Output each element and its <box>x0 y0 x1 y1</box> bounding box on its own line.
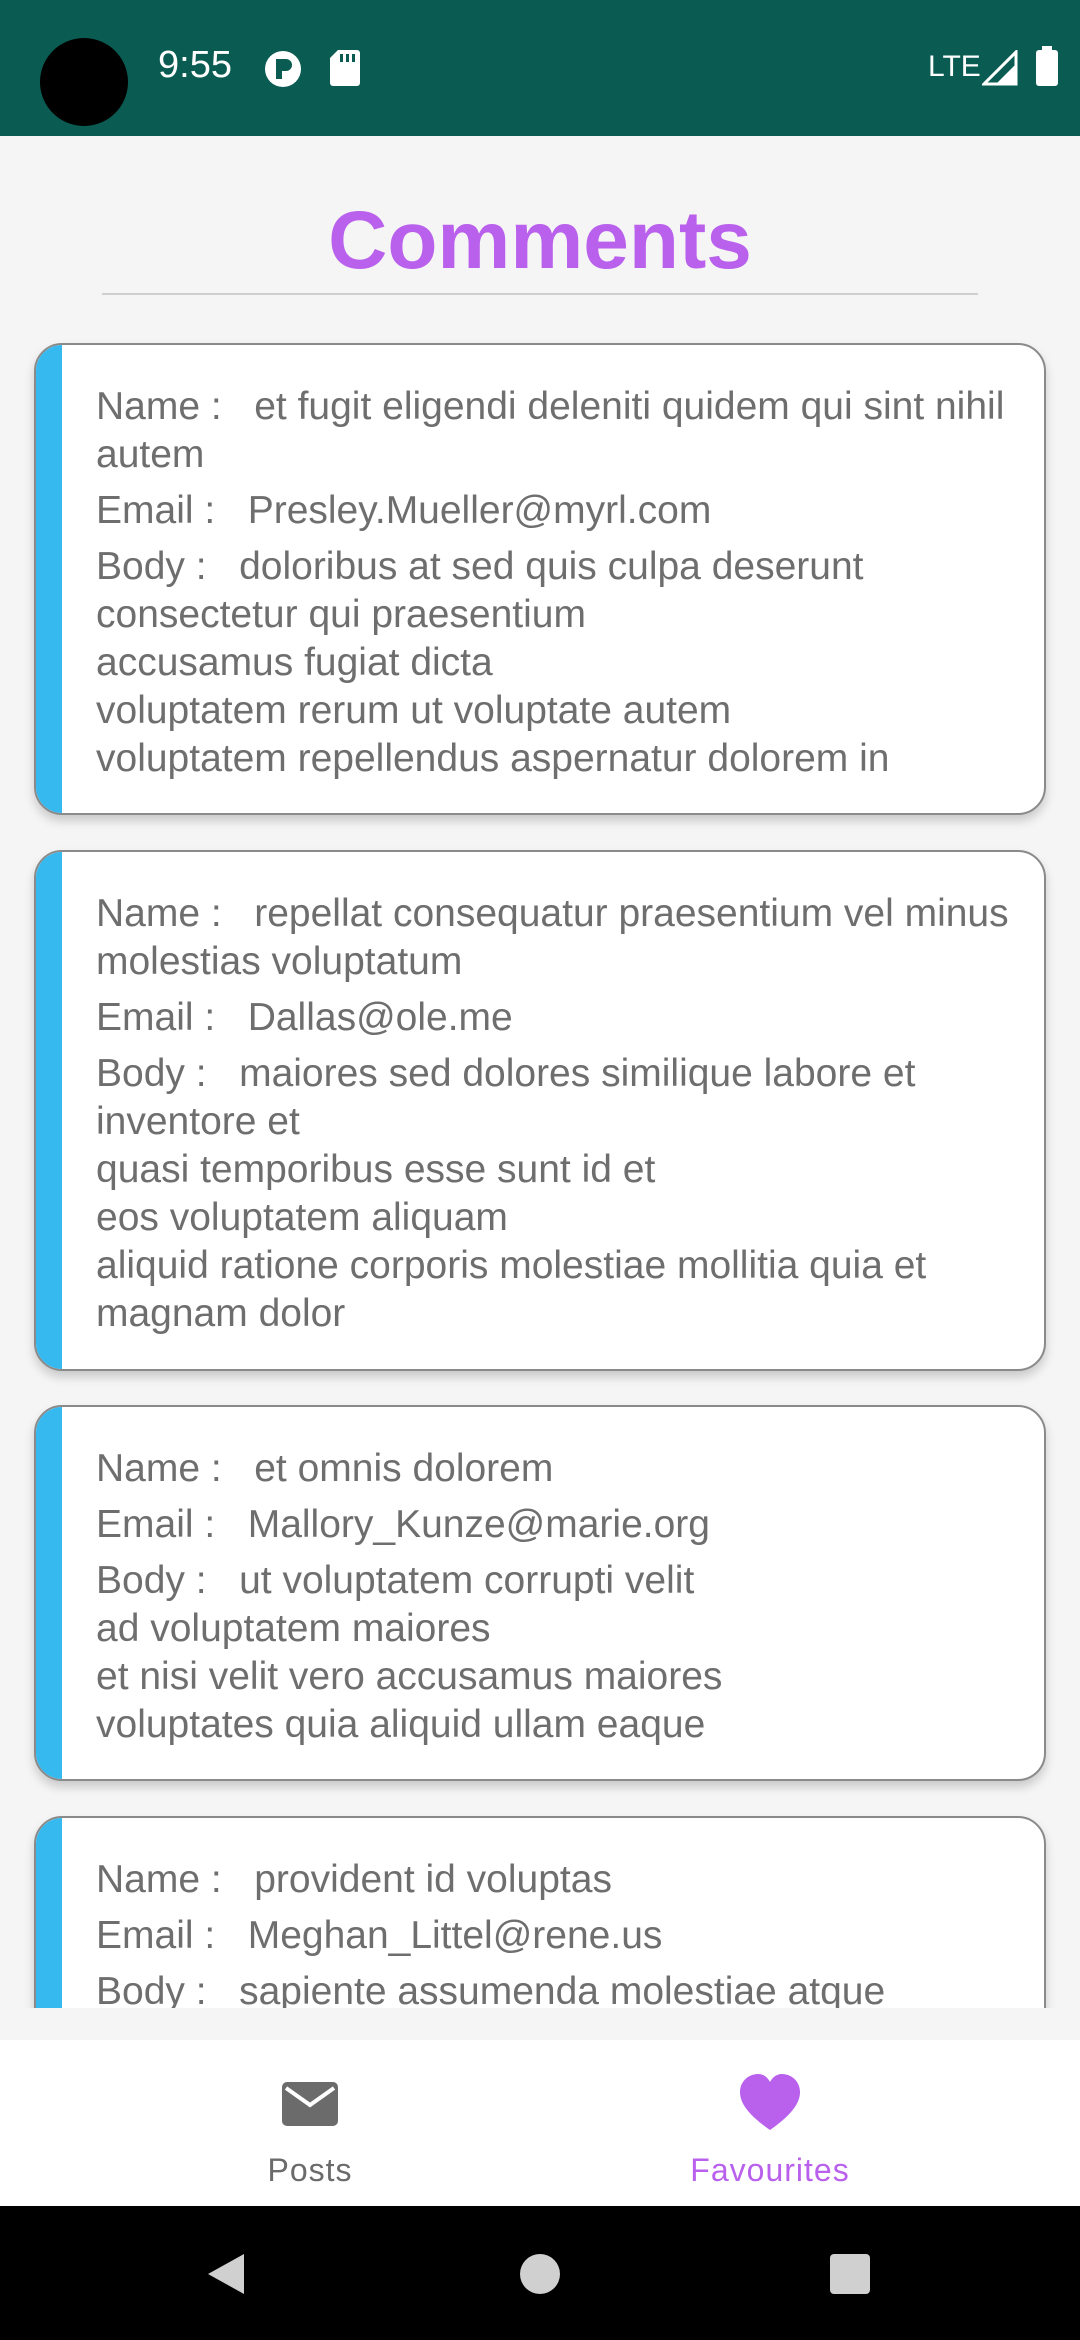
comment-email: Email : Meghan_Littel@rene.us <box>96 1914 663 1957</box>
signal-icon <box>982 50 1018 86</box>
status-time: 9:55 <box>158 44 232 86</box>
comment-content: Name : et fugit eligendi deleniti quidem… <box>96 383 1014 791</box>
recents-icon[interactable] <box>828 2252 872 2296</box>
bottom-navigation: Posts Favourites <box>0 2040 1080 2206</box>
comment-email: Email : Dallas@ole.me <box>96 996 513 1039</box>
sd-card-icon <box>330 50 360 86</box>
card-accent-stripe <box>36 1818 62 2008</box>
comment-card[interactable]: Name : repellat consequatur praesentium … <box>34 850 1046 1371</box>
comment-name: Name : et fugit eligendi deleniti quidem… <box>96 385 1005 476</box>
heart-icon <box>740 2074 800 2130</box>
battery-icon <box>1036 46 1058 86</box>
status-bar: 9:55 LTE <box>0 0 1080 136</box>
comment-name: Name : et omnis dolorem <box>96 1447 554 1490</box>
card-accent-stripe <box>36 852 62 1369</box>
network-type: LTE <box>928 50 981 83</box>
mail-icon <box>282 2082 338 2126</box>
card-accent-stripe <box>36 345 62 813</box>
camera-cutout <box>40 38 128 126</box>
comment-card[interactable]: Name : et omnis dolorem Email : Mallory_… <box>34 1405 1046 1781</box>
comment-body: Body : doloribus at sed quis culpa deser… <box>96 545 890 780</box>
nav-label-posts: Posts <box>267 2152 353 2188</box>
comment-content: Name : provident id voluptas Email : Meg… <box>96 1856 1014 2008</box>
header: Comments <box>0 136 1080 306</box>
comments-list[interactable]: Name : et fugit eligendi deleniti quidem… <box>0 306 1080 2008</box>
nav-label-favourites: Favourites <box>690 2152 850 2188</box>
card-accent-stripe <box>36 1407 62 1779</box>
nav-item-favourites[interactable]: Favourites <box>500 2040 1040 2206</box>
p-badge-icon <box>265 51 301 87</box>
comment-name: Name : provident id voluptas <box>96 1858 612 1901</box>
comment-card[interactable]: Name : provident id voluptas Email : Meg… <box>34 1816 1046 2008</box>
page-title: Comments <box>328 195 752 286</box>
comment-card[interactable]: Name : et fugit eligendi deleniti quidem… <box>34 343 1046 815</box>
comment-name: Name : repellat consequatur praesentium … <box>96 892 1009 983</box>
comment-content: Name : repellat consequatur praesentium … <box>96 890 1014 1346</box>
comment-body: Body : maiores sed dolores similique lab… <box>96 1052 927 1335</box>
nav-item-posts[interactable]: Posts <box>40 2040 580 2206</box>
comment-email: Email : Mallory_Kunze@marie.org <box>96 1503 710 1546</box>
back-icon[interactable] <box>204 2252 248 2296</box>
comment-content: Name : et omnis dolorem Email : Mallory_… <box>96 1445 1014 1757</box>
home-icon[interactable] <box>518 2252 562 2296</box>
system-navigation-bar <box>0 2206 1080 2340</box>
comment-body: Body : sapiente assumenda molestiae atqu… <box>96 1970 886 2008</box>
comment-body: Body : ut voluptatem corrupti velit ad v… <box>96 1559 723 1746</box>
title-divider <box>102 293 978 295</box>
comment-email: Email : Presley.Mueller@myrl.com <box>96 489 712 532</box>
